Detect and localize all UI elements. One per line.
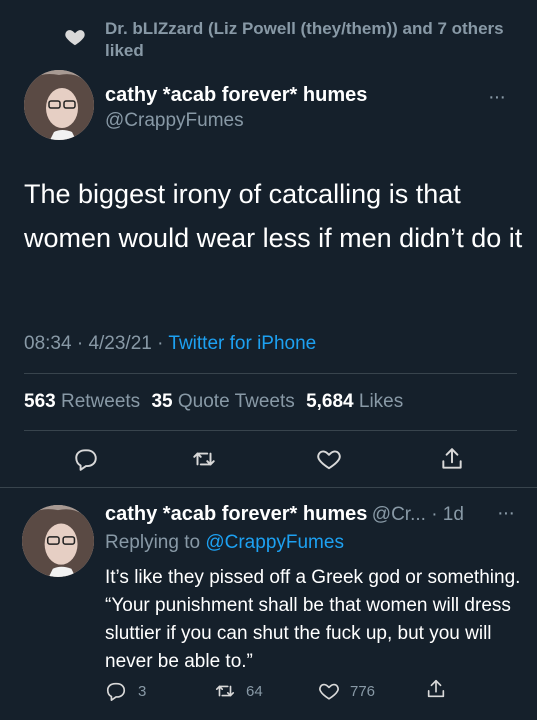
tweet-text: The biggest irony of catcalling is that … (24, 179, 523, 253)
like-icon[interactable] (318, 680, 340, 702)
author-handle[interactable]: @CrappyFumes (105, 110, 244, 132)
reply-count: 3 (138, 683, 147, 700)
meta-separator: · (76, 333, 89, 354)
reply-header: cathy *acab forever* humes @Cr... · 1d (105, 503, 464, 526)
liked-by-text[interactable]: Dr. bLIZzard (Liz Powell (they/them)) an… (105, 18, 505, 62)
divider (24, 373, 517, 374)
replying-to: Replying to @CrappyFumes (105, 532, 344, 554)
author-name[interactable]: cathy *acab forever* humes (105, 84, 367, 107)
reply-more-options-button[interactable]: ··· (497, 502, 515, 525)
retweet-icon[interactable] (191, 446, 217, 472)
share-icon[interactable] (425, 678, 447, 700)
share-icon[interactable] (439, 446, 465, 472)
avatar[interactable] (22, 505, 94, 577)
reply-handle-time[interactable]: @Cr... · 1d (372, 504, 464, 525)
quotes-stat[interactable]: 35 Quote Tweets (151, 391, 294, 412)
reply-icon[interactable] (105, 680, 127, 702)
divider (0, 487, 537, 488)
tweet-source[interactable]: Twitter for iPhone (168, 333, 316, 354)
likes-stat[interactable]: 5,684 Likes (306, 391, 403, 412)
heart-icon (64, 26, 86, 48)
tweet-time: 08:34 (24, 333, 72, 354)
tweet-stats: 563 Retweets 35 Quote Tweets 5,684 Likes (24, 391, 403, 413)
tweet-meta: 08:34 · 4/23/21 · Twitter for iPhone (24, 333, 316, 355)
retweet-icon[interactable] (214, 680, 236, 702)
reply-icon[interactable] (73, 446, 99, 472)
more-options-button[interactable]: ··· (488, 86, 506, 109)
divider (24, 430, 517, 431)
retweet-count: 64 (246, 683, 263, 700)
tweet-date[interactable]: 4/23/21 (88, 333, 151, 354)
meta-separator: · (157, 333, 169, 354)
avatar[interactable] (24, 70, 94, 140)
replying-to-handle[interactable]: @CrappyFumes (205, 532, 344, 553)
reply-text: It’s like they pissed off a Greek god or… (105, 567, 521, 672)
reply-author-name[interactable]: cathy *acab forever* humes (105, 503, 367, 525)
like-count: 776 (350, 683, 376, 700)
retweets-stat[interactable]: 563 Retweets (24, 391, 140, 412)
like-icon[interactable] (316, 446, 342, 472)
replying-to-label: Replying to (105, 532, 201, 553)
